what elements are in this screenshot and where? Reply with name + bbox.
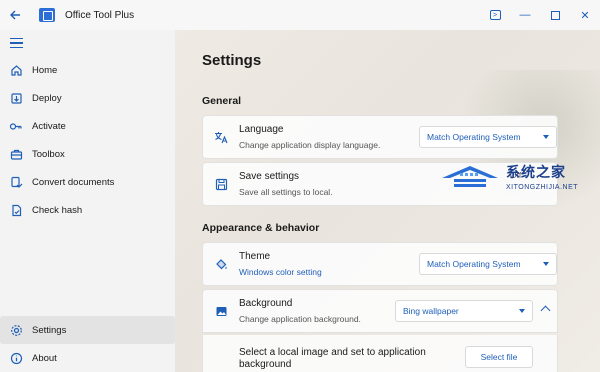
sidebar-item-deploy[interactable]: Deploy (0, 84, 175, 112)
select-file-button[interactable]: Select file (465, 346, 533, 368)
sidebar: Home Deploy Activate Toolbox Convert doc… (0, 30, 175, 372)
sidebar-item-convert-documents[interactable]: Convert documents (0, 168, 175, 196)
local-image-description: Select a local image and set to applicat… (239, 347, 426, 370)
theme-dropdown-value: Match Operating System (427, 259, 521, 269)
local-image-card: Select a local image and set to applicat… (202, 335, 558, 372)
gear-icon (9, 323, 23, 337)
sidebar-item-label: Deploy (32, 92, 62, 104)
sidebar-item-label: Activate (32, 120, 66, 132)
chevron-down-icon (543, 135, 549, 139)
pane-toggle-icon: > (489, 10, 501, 20)
chevron-down-icon (519, 309, 525, 313)
settings-page: Settings General Language Change applica… (175, 30, 600, 372)
language-title: Language (239, 124, 284, 135)
sidebar-item-toolbox[interactable]: Toolbox (0, 140, 175, 168)
save-settings-title: Save settings (239, 171, 300, 182)
sidebar-item-settings[interactable]: Settings (0, 316, 175, 344)
maximize-button[interactable] (540, 0, 570, 30)
section-title-appearance: Appearance & behavior (202, 222, 320, 234)
sidebar-item-label: Home (32, 64, 58, 76)
office-tool-plus-logo-icon (39, 8, 55, 22)
deploy-icon (9, 91, 23, 105)
theme-title: Theme (239, 251, 271, 262)
home-icon (9, 63, 23, 77)
theme-setting-card: Theme Windows color setting Match Operat… (202, 242, 558, 286)
sidebar-item-label: Check hash (32, 204, 83, 216)
image-icon (214, 304, 228, 318)
sidebar-item-label: Convert documents (32, 176, 115, 188)
toolbox-icon (9, 147, 23, 161)
chevron-up-icon[interactable] (540, 305, 551, 316)
background-description: Change application background. (239, 314, 361, 324)
background-dropdown[interactable]: Bing wallpaper (395, 300, 533, 322)
page-title: Settings (202, 52, 262, 69)
background-setting-card[interactable]: Background Change application background… (202, 289, 558, 333)
pane-toggle-button[interactable]: > (480, 0, 510, 30)
close-button[interactable]: ✕ (570, 0, 600, 30)
sidebar-item-label: Settings (32, 324, 67, 336)
sidebar-item-activate[interactable]: Activate (0, 112, 175, 140)
theme-dropdown[interactable]: Match Operating System (419, 253, 557, 275)
key-icon (9, 119, 23, 133)
window-controls: > — ✕ (480, 0, 600, 30)
info-icon (9, 351, 23, 365)
hamburger-menu-icon[interactable] (10, 38, 23, 48)
sidebar-item-label: Toolbox (32, 148, 65, 160)
paint-bucket-icon (214, 257, 228, 271)
chevron-down-icon (543, 262, 549, 266)
watermark-chinese-text: 系统之家 (506, 165, 566, 181)
save-settings-description: Save all settings to local. (239, 187, 333, 197)
sidebar-item-check-hash[interactable]: Check hash (0, 196, 175, 224)
sidebar-item-label: About (32, 352, 57, 364)
app-title: Office Tool Plus (65, 9, 135, 21)
check-hash-icon (9, 203, 23, 217)
site-watermark: 系统之家 XITONGZHIJIA.NET (440, 160, 600, 200)
windows-color-setting-link[interactable]: Windows color setting (239, 267, 322, 277)
translate-icon (214, 130, 228, 144)
maximize-icon (550, 10, 560, 20)
language-dropdown[interactable]: Match Operating System (419, 126, 557, 148)
minimize-button[interactable]: — (510, 0, 540, 30)
background-title: Background (239, 298, 293, 309)
title-bar: Office Tool Plus > — ✕ (0, 0, 600, 30)
language-setting-card: Language Change application display lang… (202, 115, 558, 159)
watermark-url-text: XITONGZHIJIA.NET (506, 184, 579, 191)
background-dropdown-value: Bing wallpaper (403, 306, 459, 316)
save-icon (214, 177, 228, 191)
watermark-logo-icon (442, 166, 498, 187)
back-arrow-icon[interactable] (0, 0, 30, 30)
language-dropdown-value: Match Operating System (427, 132, 521, 142)
section-title-general: General (202, 95, 242, 107)
convert-documents-icon (9, 175, 23, 189)
language-description: Change application display language. (239, 140, 381, 150)
sidebar-item-home[interactable]: Home (0, 56, 175, 84)
sidebar-item-about[interactable]: About (0, 344, 175, 372)
